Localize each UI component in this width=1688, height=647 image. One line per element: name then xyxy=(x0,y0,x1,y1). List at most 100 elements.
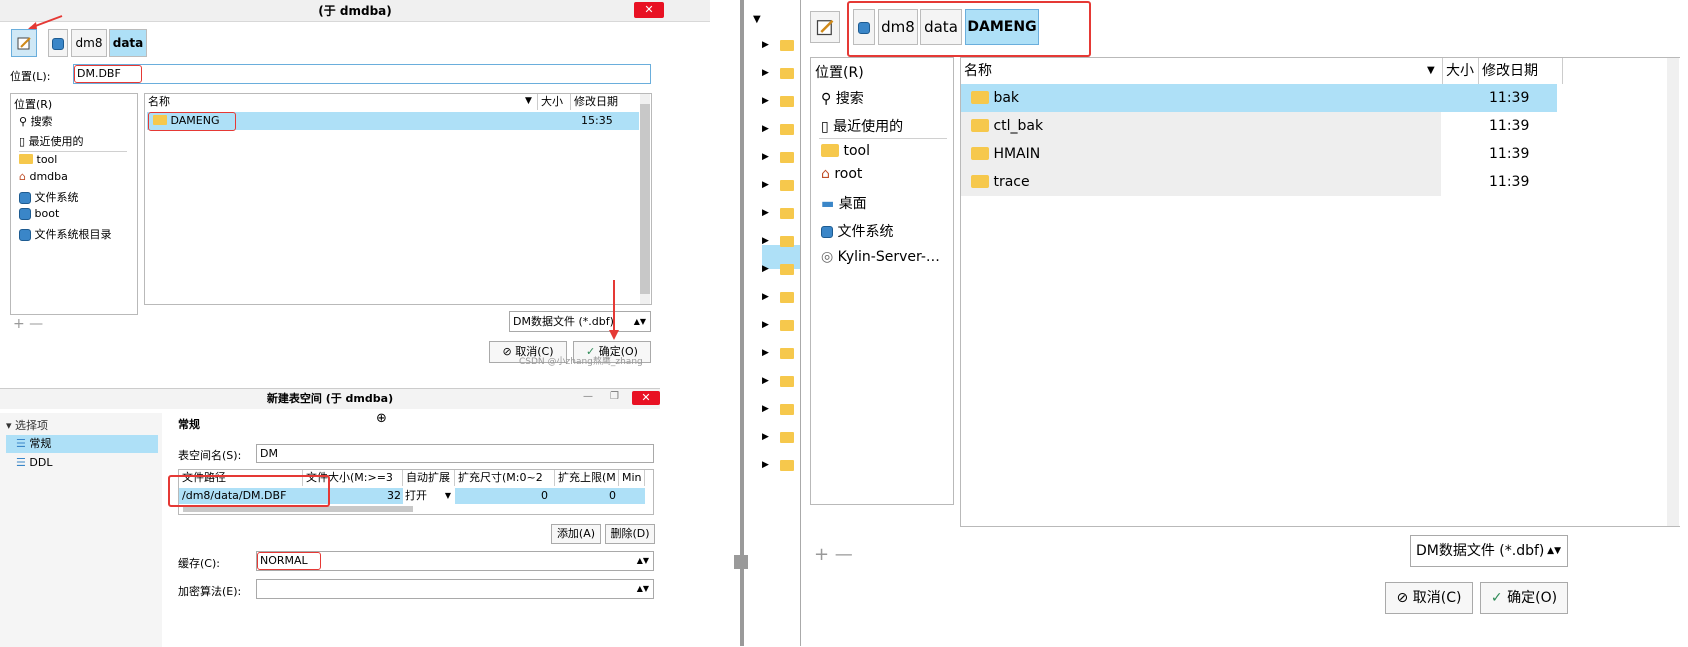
place-root[interactable]: 文件系统根目录 xyxy=(19,226,112,242)
tree-expand-icon[interactable]: ▶ xyxy=(762,40,769,50)
add-place-button[interactable]: + — xyxy=(814,544,853,565)
path-button-dm8[interactable]: dm8 xyxy=(71,29,107,57)
place-label: boot xyxy=(34,207,60,220)
tablespace-name-input[interactable]: DM xyxy=(256,444,654,463)
close-button[interactable]: ✕ xyxy=(632,391,660,405)
tree-expand-icon[interactable]: ▶ xyxy=(762,68,769,78)
edit-location-button[interactable] xyxy=(810,11,840,43)
column-size[interactable]: 大小 xyxy=(538,94,571,110)
tree-expand-icon[interactable]: ▶ xyxy=(762,348,769,358)
file-row[interactable]: HMAIN xyxy=(961,140,1441,168)
file-row[interactable]: trace xyxy=(961,168,1441,196)
path-button-data[interactable]: data xyxy=(920,9,962,45)
encrypt-select[interactable]: ▲▼ xyxy=(256,579,654,599)
disk-icon xyxy=(821,226,833,238)
edit-location-button[interactable] xyxy=(11,29,37,57)
file-name: HMAIN xyxy=(993,146,1041,162)
scrollbar[interactable] xyxy=(1667,58,1679,526)
filter-select[interactable]: DM数据文件 (*.dbf) ▲▼ xyxy=(509,311,651,332)
folder-icon xyxy=(971,118,989,132)
tree-expand-icon[interactable]: ▶ xyxy=(762,320,769,330)
spin-icon: ▲▼ xyxy=(633,317,646,326)
place-search[interactable]: ⚲ 搜索 xyxy=(19,113,53,129)
place-search[interactable]: ⚲ 搜索 xyxy=(821,88,864,108)
spin-icon: ▲▼ xyxy=(636,584,649,593)
file-date: 11:39 xyxy=(1489,90,1530,106)
place-recent[interactable]: ▯ 最近使用的 xyxy=(821,116,903,136)
place-filesystem[interactable]: 文件系统 xyxy=(19,189,79,205)
spin-icon: ▲▼ xyxy=(1547,546,1561,556)
tree-expand-icon[interactable]: ▶ xyxy=(762,264,769,274)
close-button[interactable]: ✕ xyxy=(634,2,664,18)
option-general[interactable]: ☰ 常规 xyxy=(6,435,158,453)
delete-button[interactable]: 删除(D) xyxy=(605,524,655,544)
tree-expand-icon[interactable]: ▶ xyxy=(762,460,769,470)
file-list[interactable]: 名称 ▼ 大小 修改日期 DAMENG 15:35 xyxy=(144,93,652,305)
tree-folder-icon xyxy=(780,180,794,191)
place-label: 文件系统 xyxy=(34,191,79,204)
column-name[interactable]: 名称 xyxy=(961,58,1443,84)
datafile-limit: 0 xyxy=(609,489,616,502)
place-boot[interactable]: boot xyxy=(19,207,59,220)
minimize-icon[interactable]: — xyxy=(583,391,593,402)
tree-expand-icon[interactable]: ▶ xyxy=(762,208,769,218)
option-label: DDL xyxy=(29,456,53,469)
recent-icon: ▯ xyxy=(821,119,829,135)
tree-expand-icon[interactable]: ▶ xyxy=(762,404,769,414)
scroll-thumb[interactable] xyxy=(640,104,650,294)
splitter-grip[interactable] xyxy=(734,555,748,569)
places-panel: 位置(R) ⚲ 搜索 ▯ 最近使用的 tool ⌂ root ▬ 桌面 文件系统… xyxy=(810,57,954,505)
tree-expand-icon[interactable]: ▶ xyxy=(762,180,769,190)
path-root-button[interactable] xyxy=(853,9,875,45)
name-label: 表空间名(S): xyxy=(178,449,242,462)
column-size[interactable]: 大小 xyxy=(1443,58,1479,84)
tree-expand-icon[interactable]: ▶ xyxy=(762,124,769,134)
filter-select[interactable]: DM数据文件 (*.dbf) ▲▼ xyxy=(1410,535,1568,567)
places-header: 位置(R) xyxy=(815,65,864,81)
column-name[interactable]: 名称 xyxy=(145,94,538,110)
tree-expand-icon[interactable]: ▶ xyxy=(762,152,769,162)
place-recent[interactable]: ▯ 最近使用的 xyxy=(19,133,84,149)
file-row[interactable]: ctl_bak xyxy=(961,112,1441,140)
file-date: 11:39 xyxy=(1489,174,1530,190)
path-root-button[interactable] xyxy=(48,29,68,57)
tree-folder-icon xyxy=(780,96,794,107)
option-ddl[interactable]: ☰ DDL xyxy=(16,456,52,469)
file-name: ctl_bak xyxy=(993,118,1044,134)
file-row[interactable]: bak xyxy=(961,84,1557,112)
place-home[interactable]: ⌂ dmdba xyxy=(19,170,68,183)
ok-button[interactable]: ✓ 确定(O) xyxy=(1480,582,1568,614)
tree-expand-icon[interactable]: ▶ xyxy=(762,96,769,106)
file-date: 11:39 xyxy=(1489,146,1530,162)
tree-folder-icon xyxy=(780,320,794,331)
place-tool[interactable]: tool xyxy=(19,153,57,166)
file-list[interactable]: 名称 ▼ 大小 修改日期 bak 11:39 ctl_bak 11:39 HMAIN… xyxy=(960,57,1680,527)
add-button[interactable]: 添加(A) xyxy=(551,524,601,544)
auto-extend-select[interactable]: 打开 ▼ xyxy=(403,488,455,504)
dropdown-icon: ▼ xyxy=(444,491,451,500)
cancel-button[interactable]: ⊘ 取消(C) xyxy=(1385,582,1473,614)
place-network[interactable]: ◎ Kylin-Server-… xyxy=(821,249,940,265)
background-tree: ▼ ▶ ▶ ▶ ▶ ▶ ▶ ▶ ▶ ▶ ▶ ▶ ▶ ▶ ▶ ▶ ▶ xyxy=(710,0,800,646)
path-button-dameng[interactable]: DAMENG xyxy=(965,9,1039,45)
column-date[interactable]: 修改日期 xyxy=(1479,58,1563,84)
place-filesystem[interactable]: 文件系统 xyxy=(821,221,893,241)
path-button-dm8[interactable]: dm8 xyxy=(878,9,918,45)
expand-icon[interactable]: ▼ xyxy=(753,14,761,25)
add-place-button[interactable]: + — xyxy=(13,316,43,332)
scrollbar[interactable] xyxy=(640,94,650,304)
place-tool[interactable]: tool xyxy=(821,143,870,159)
maximize-icon[interactable]: ❐ xyxy=(610,391,619,402)
column-date[interactable]: 修改日期 xyxy=(571,94,641,110)
cancel-icon: ⊘ xyxy=(502,345,512,358)
location-input[interactable]: DM.DBF xyxy=(73,64,651,84)
tree-expand-icon[interactable]: ▶ xyxy=(762,292,769,302)
place-home[interactable]: ⌂ root xyxy=(821,166,862,182)
tree-expand-icon[interactable]: ▶ xyxy=(762,432,769,442)
path-button-data[interactable]: data xyxy=(109,29,147,57)
tree-folder-icon xyxy=(780,432,794,443)
tree-expand-icon[interactable]: ▶ xyxy=(762,376,769,386)
tree-expand-icon[interactable]: ▶ xyxy=(762,236,769,246)
place-desktop[interactable]: ▬ 桌面 xyxy=(821,193,867,213)
cancel-label: 取消(C) xyxy=(1412,590,1462,606)
